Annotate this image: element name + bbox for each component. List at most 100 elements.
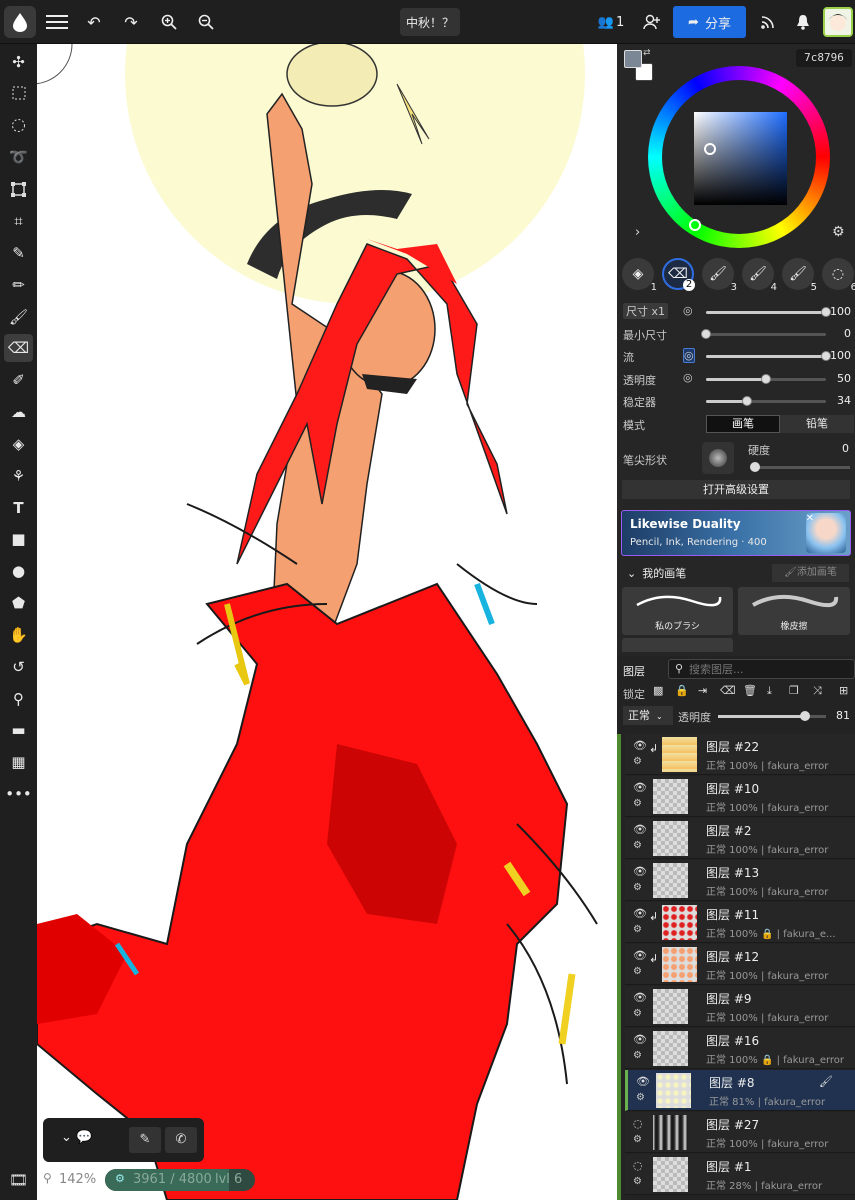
text-tool-icon[interactable]: T [4,494,33,522]
layer-name[interactable]: 图层 #22 [706,738,759,755]
layer-search-input[interactable] [689,661,849,677]
layer-name[interactable]: 图层 #12 [706,948,759,965]
menu-icon[interactable] [44,6,70,38]
mode-brush-button[interactable]: 画笔 [706,415,780,433]
size-label[interactable]: 尺寸 x1 [623,303,669,319]
layer-settings-icon[interactable]: ⚙ [633,1134,642,1145]
opacity-slider[interactable] [706,374,826,384]
comment-icon[interactable]: ▬ [4,716,33,744]
notifications-bell-icon[interactable] [792,6,814,38]
drawing-canvas[interactable] [37,44,617,1200]
layer-settings-icon[interactable]: ⚙ [633,1050,642,1061]
transform-icon[interactable] [4,175,33,203]
move-tool-icon[interactable]: ✣ [4,48,33,76]
layer-row[interactable]: 👁 ⚙ 图层 #9 正常 100% | fakura_error [625,986,855,1027]
add-user-icon[interactable] [640,6,664,38]
crop-icon[interactable]: ⌗ [4,207,33,235]
min-size-slider[interactable] [701,329,826,339]
share-button[interactable]: ➦ 分享 [673,6,746,38]
brush-slot-3[interactable]: 🖌 3 [702,258,737,293]
layer-settings-icon[interactable]: ⚙ [633,756,642,767]
my-brushes-header[interactable]: ⌄ 我的画笔 [627,565,686,581]
zoom-in-icon[interactable] [157,6,181,38]
lasso-icon[interactable]: ➰ [4,143,33,171]
broadcast-icon[interactable] [757,6,779,38]
rotate-icon[interactable]: ↺ [4,653,33,681]
layer-settings-icon[interactable]: ⚙ [633,924,642,935]
fill-bucket-icon[interactable]: ◈ [4,430,33,458]
rectangle-shape-icon[interactable]: ■ [4,525,33,553]
layer-settings-icon[interactable]: ⚙ [633,840,642,851]
eye-closed-icon[interactable]: ◌ [633,1117,643,1130]
stabilizer-slider[interactable] [706,396,826,406]
zoom-tool-icon[interactable]: ⚲ [4,685,33,713]
zoom-out-icon[interactable] [194,6,218,38]
layer-name[interactable]: 图层 #1 [706,1158,752,1175]
layer-opacity-value[interactable]: 81 [836,709,850,722]
import-layer-icon[interactable]: ⇥ [698,684,707,697]
zoom-level[interactable]: 142% [59,1172,96,1187]
eye-icon[interactable]: 👁 [633,1033,647,1046]
eye-icon[interactable]: 👁 [636,1075,650,1088]
delete-layer-icon[interactable]: 🗑 [743,684,757,697]
brush-slot-6[interactable]: ◌ 6 [822,258,855,293]
layer-settings-icon[interactable]: ⚙ [636,1092,645,1103]
mode-pencil-button[interactable]: 铅笔 [780,415,854,433]
pencil-icon[interactable]: ✏ [4,271,33,299]
clone-icon[interactable]: ⚘ [4,462,33,490]
eye-icon[interactable]: 👁 [633,907,647,920]
ellipse-select-icon[interactable] [4,111,33,139]
brush-promo-banner[interactable]: Likewise Duality Pencil, Ink, Rendering … [621,510,851,556]
voice-off-button[interactable]: ✎ [129,1127,161,1153]
eye-icon[interactable]: 👁 [633,949,647,962]
layer-row[interactable]: 👁 ⚙ 图层 #2 正常 100% | fakura_error [625,818,855,859]
eye-icon[interactable]: 👁 [633,823,647,836]
ellipse-shape-icon[interactable]: ● [4,557,33,585]
brush-preset-card[interactable] [622,638,733,652]
stabilizer-value[interactable]: 34 [837,394,851,407]
swap-colors-icon[interactable]: ⇄ [643,48,651,58]
hardness-value[interactable]: 0 [842,442,849,455]
layer-row[interactable]: ◌ ⚙ 图层 #1 正常 28% | fakura_error [625,1154,855,1195]
more-tools-icon[interactable]: ••• [4,780,33,808]
brush-slot-2[interactable]: ⌫ 2 [662,258,695,291]
layer-row[interactable]: 👁 ⚙ ↲ 图层 #11 正常 100% 🔒 | fakura_e... [625,902,855,943]
pressure-icon[interactable]: ◎ [683,371,693,384]
brush-icon[interactable]: 🖌 [4,303,33,331]
min-size-value[interactable]: 0 [844,327,851,340]
rect-select-icon[interactable] [4,79,33,107]
layer-settings-icon[interactable]: ⚙ [633,1176,642,1187]
gallery-icon[interactable]: 🎞 [4,1166,33,1194]
color-picker-cursor[interactable] [704,143,716,155]
undo-icon[interactable]: ↶ [82,6,106,38]
layer-row[interactable]: ◌ ⚙ 图层 #27 正常 100% | fakura_error [625,1112,855,1153]
users-button[interactable]: 👥 1 [596,6,626,38]
flow-value[interactable]: 100 [830,349,851,362]
layer-settings-icon[interactable]: ⚙ [633,882,642,893]
duplicate-layer-icon[interactable]: ❐ [789,684,799,697]
layer-row[interactable]: 👁 ⚙ 图层 #10 正常 100% | fakura_error [625,776,855,817]
clear-layer-icon[interactable]: ⌫ [720,684,736,697]
layer-row[interactable]: 👁 ⚙ 图层 #13 正常 100% | fakura_error [625,860,855,901]
new-layer-icon[interactable]: ⊞ [839,684,848,697]
layer-name[interactable]: 图层 #13 [706,864,759,881]
layer-opacity-slider[interactable] [718,711,826,721]
brush-preset-card[interactable]: 私のブラシ [622,587,733,635]
polygon-shape-icon[interactable]: ⬟ [4,589,33,617]
grid-perspective-icon[interactable]: ▦ [4,748,33,776]
expand-color-icon[interactable]: › [635,225,640,240]
layer-row[interactable]: 👁 ⚙ ↲ 图层 #12 正常 100% | fakura_error [625,944,855,985]
app-logo-icon[interactable] [4,6,36,38]
brush-slot-5[interactable]: 🖌 5 [782,258,817,293]
lock-transparency-icon[interactable]: ▩ [653,684,663,697]
opacity-value[interactable]: 50 [837,372,851,385]
xp-progress-badge[interactable]: ⚙ 3961 / 4800 lvl 6 [105,1169,255,1191]
merge-down-icon[interactable]: ⤓ [767,684,772,698]
layer-search[interactable]: ⚲ [668,659,855,679]
eye-icon[interactable]: 👁 [633,991,647,1004]
layer-name[interactable]: 图层 #10 [706,780,759,797]
layer-name[interactable]: 图层 #9 [706,990,752,1007]
hex-input[interactable]: 7c8796 [796,49,852,67]
eyedropper-icon[interactable]: ✎ [4,239,33,267]
size-slider[interactable] [706,307,831,317]
